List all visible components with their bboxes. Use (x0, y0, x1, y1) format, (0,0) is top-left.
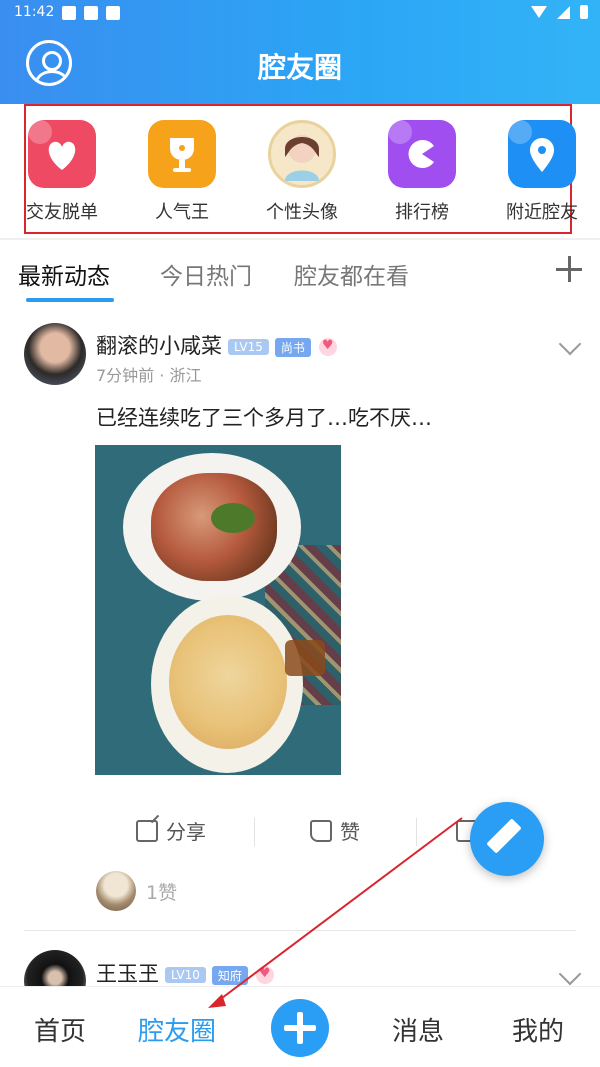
portrait-avatar-icon (268, 120, 336, 188)
heart-badge-icon (255, 966, 274, 984)
quick-entry-avatar[interactable]: 个性头像 (242, 120, 362, 224)
page-title: 腔友圈 (257, 51, 342, 84)
like-count: 1赞 (146, 881, 178, 904)
feed-tabs: 最新动态 今日热门 腔友都在看 (0, 240, 600, 304)
like-label: 赞 (340, 820, 360, 844)
location-pin-icon (508, 120, 576, 188)
wifi-icon (531, 6, 547, 18)
thumbs-up-icon (310, 819, 332, 842)
chevron-down-icon[interactable] (558, 962, 582, 986)
add-tab-plus-icon[interactable] (556, 256, 582, 282)
nav-add-plus-icon[interactable] (271, 999, 329, 1057)
level-badge: LV10 (165, 967, 206, 983)
share-label: 分享 (166, 820, 206, 844)
post-meta: 7分钟前 · 浙江 (96, 366, 202, 385)
post-author-name[interactable]: 王玉玊 (96, 962, 159, 986)
pencil-icon (486, 818, 522, 854)
app-header: 11:42 腔友圈 (0, 0, 600, 104)
quick-entry-popular[interactable]: 人气王 (122, 120, 242, 224)
quick-entry-ranking[interactable]: 排行榜 (362, 120, 482, 224)
quick-entry-dating[interactable]: 交友脱单 (2, 120, 122, 224)
quick-entry-label: 个性头像 (266, 202, 338, 223)
status-time: 11:42 (14, 4, 55, 20)
tab-friends-watching[interactable]: 腔友都在看 (294, 257, 409, 291)
active-tab-indicator (26, 298, 114, 302)
quick-entry-label: 人气王 (155, 202, 209, 223)
notification-icons (62, 6, 120, 20)
like-button[interactable]: 赞 (310, 816, 360, 845)
nav-mine[interactable]: 我的 (512, 1011, 564, 1048)
status-bar: 11:42 (0, 0, 600, 28)
quick-entry-row: 交友脱单 人气王 个性头像 排行榜 附近腔友 (24, 104, 578, 234)
quick-entry-label: 排行榜 (395, 202, 449, 223)
share-button[interactable]: 分享 (136, 816, 206, 845)
trophy-icon (148, 120, 216, 188)
post-divider (24, 930, 576, 931)
post-text: 已经连续吃了三个多月了…吃不厌… (96, 406, 432, 430)
post-author-avatar[interactable] (24, 323, 86, 385)
quick-entry-label: 交友脱单 (26, 202, 98, 223)
rank-badge: 尚书 (274, 337, 311, 357)
compose-post-button[interactable] (470, 802, 544, 876)
share-icon (136, 819, 158, 842)
pacman-icon (388, 120, 456, 188)
signal-icon (557, 5, 570, 19)
liker-avatar (96, 871, 136, 911)
post-photo[interactable] (95, 445, 341, 775)
tab-today-hot[interactable]: 今日热门 (160, 257, 252, 291)
likes-row[interactable]: 1赞 (96, 870, 177, 912)
quick-entry-label: 附近腔友 (506, 202, 578, 223)
image-notification-icon (62, 6, 76, 20)
tab-latest[interactable]: 最新动态 (18, 257, 110, 291)
chevron-down-icon[interactable] (558, 332, 582, 356)
rank-badge: 知府 (211, 965, 248, 985)
nav-home[interactable]: 首页 (34, 1011, 86, 1048)
system-icons (531, 5, 588, 19)
post-author-name[interactable]: 翻滚的小咸菜 (96, 334, 222, 358)
battery-icon (580, 5, 588, 19)
heart-icon (28, 120, 96, 188)
nav-circle[interactable]: 腔友圈 (138, 1011, 216, 1048)
nav-messages[interactable]: 消息 (392, 1011, 444, 1048)
app-notification-icon (106, 6, 120, 20)
heart-badge-icon (318, 338, 337, 356)
quick-entry-nearby[interactable]: 附近腔友 (482, 120, 600, 224)
level-badge: LV15 (228, 339, 269, 355)
bottom-nav: 首页 腔友圈 消息 我的 (0, 986, 600, 1067)
square-notification-icon (84, 6, 98, 20)
